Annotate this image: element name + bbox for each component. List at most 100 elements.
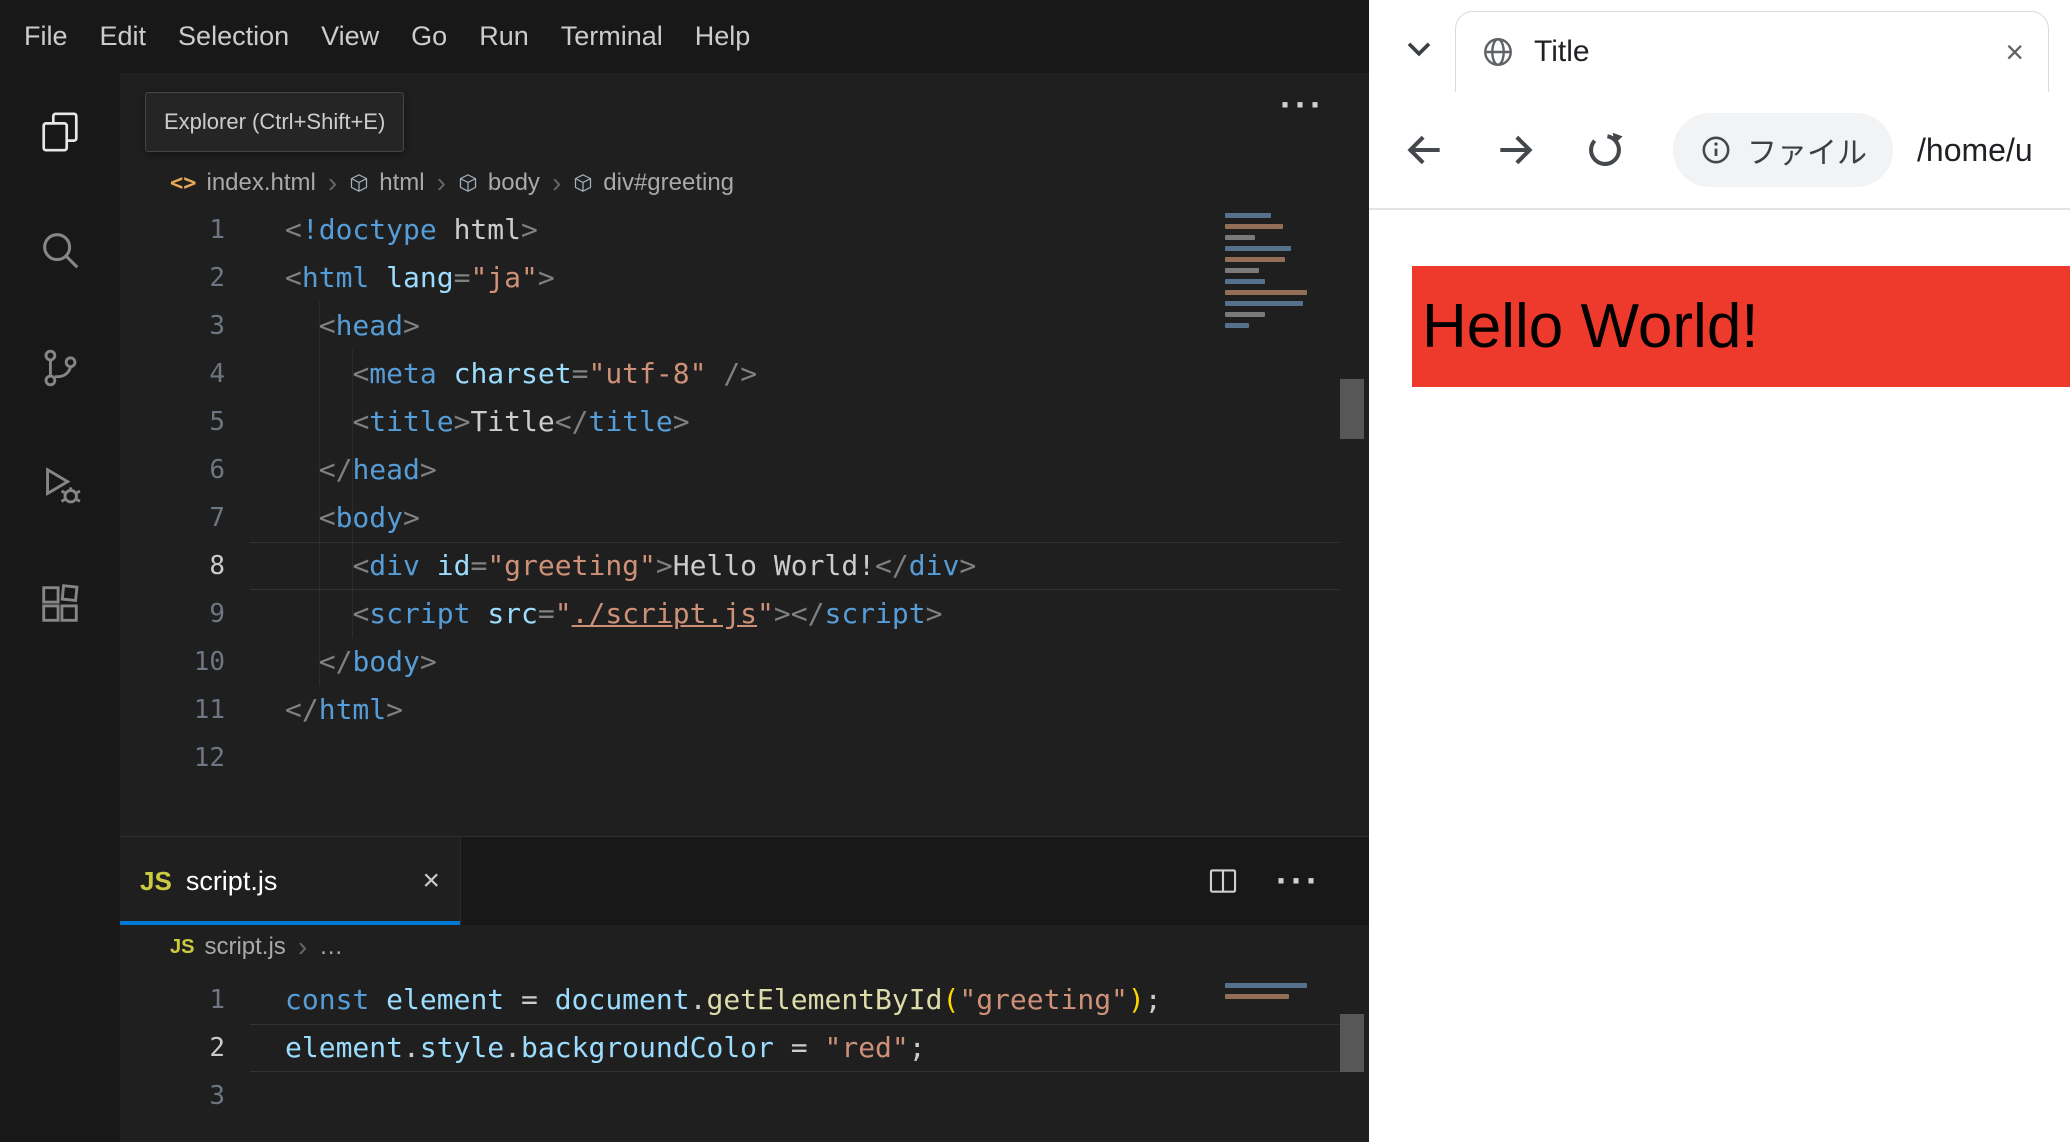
site-info-chip[interactable]: ファイル xyxy=(1673,113,1893,187)
minimap-line xyxy=(1225,246,1291,251)
code-text: const element = document.getElementById(… xyxy=(285,983,1162,1016)
line-number: 8 xyxy=(209,551,225,581)
minimap-line xyxy=(1225,983,1307,988)
code-line-2[interactable]: 2 element.style.backgroundColor = "red"; xyxy=(120,1024,1339,1072)
extensions-icon[interactable] xyxy=(0,545,120,663)
tab-script-js[interactable]: JS script.js × xyxy=(120,837,461,925)
tab-label: script.js xyxy=(185,865,278,896)
greeting-banner: Hello World! xyxy=(1412,266,2070,387)
minimap-line xyxy=(1225,323,1249,328)
minimap-line xyxy=(1225,224,1283,229)
code-line-3[interactable]: 3 <head> xyxy=(120,302,1339,350)
code-text: <!doctype html> xyxy=(285,213,538,246)
globe-icon xyxy=(1480,34,1516,70)
breadcrumb-js: JS script.js › … xyxy=(120,924,1369,970)
js-editor-code: 1 const element = document.getElementById… xyxy=(120,976,1339,1120)
chevron-right-icon: › xyxy=(297,931,308,962)
code-line-11[interactable]: 11 </html> xyxy=(120,686,1339,734)
scrollbar-thumb[interactable] xyxy=(1340,379,1364,439)
menu-item-file[interactable]: File xyxy=(8,21,84,52)
explorer-icon[interactable] xyxy=(0,73,120,191)
browser-viewport: Hello World! xyxy=(1369,212,2070,1142)
line-number: 4 xyxy=(209,359,225,389)
code-line-12[interactable]: 12 xyxy=(120,734,1339,782)
scrollbar-thumb[interactable] xyxy=(1340,1014,1364,1072)
menu-item-run[interactable]: Run xyxy=(463,21,545,52)
line-number: 1 xyxy=(209,215,225,245)
code-text: </head> xyxy=(318,453,437,486)
browser-toolbar: ファイル /home/u xyxy=(1369,92,2070,210)
minimap-line xyxy=(1225,290,1307,295)
code-text: <div id="greeting">Hello World!</div> xyxy=(352,549,977,582)
line-number: 12 xyxy=(193,743,225,773)
line-number: 10 xyxy=(193,647,225,677)
js-file-icon: JS xyxy=(140,865,172,896)
js-file-icon: JS xyxy=(170,935,195,958)
code-text: <title>Title</title> xyxy=(352,405,690,438)
search-icon[interactable] xyxy=(0,191,120,309)
code-line-4[interactable]: 4 <meta charset="utf-8" /> xyxy=(120,350,1339,398)
minimap[interactable] xyxy=(1225,983,1310,1005)
breadcrumb-ellipsis[interactable]: … xyxy=(319,933,343,961)
symbol-element-icon xyxy=(349,173,369,193)
more-actions-icon[interactable]: ··· xyxy=(1280,75,1325,135)
code-text: <html lang="ja"> xyxy=(285,261,555,294)
code-text: </html> xyxy=(285,693,404,726)
split-editor-icon[interactable] xyxy=(1206,864,1240,898)
browser-tab[interactable]: Title × xyxy=(1455,11,2049,92)
reload-icon[interactable] xyxy=(1583,128,1627,172)
minimap-line xyxy=(1225,235,1255,240)
code-line-1[interactable]: 1 <!doctype html> xyxy=(120,206,1339,254)
line-number: 2 xyxy=(209,263,225,293)
tab-bar-actions: ··· xyxy=(1206,837,1369,925)
source-control-icon[interactable] xyxy=(0,309,120,427)
breadcrumb-segment-body[interactable]: body xyxy=(488,169,540,197)
close-icon[interactable]: × xyxy=(2005,34,2024,71)
chevron-right-icon: › xyxy=(327,167,338,198)
breadcrumb-html: <> index.html › html › body › div#greeti… xyxy=(120,160,1369,206)
address-url[interactable]: /home/u xyxy=(1917,132,2033,169)
code-line-10[interactable]: 10 </body> xyxy=(120,638,1339,686)
code-text: <head> xyxy=(318,309,420,342)
info-icon xyxy=(1699,133,1733,167)
code-line-5[interactable]: 5 <title>Title</title> xyxy=(120,398,1339,446)
forward-icon[interactable] xyxy=(1493,128,1537,172)
breadcrumb-file[interactable]: script.js xyxy=(204,933,285,961)
chevron-down-icon[interactable] xyxy=(1397,26,1441,70)
menu-item-selection[interactable]: Selection xyxy=(162,21,305,52)
code-line-2[interactable]: 2 <html lang="ja"> xyxy=(120,254,1339,302)
breadcrumb-segment-div-greeting[interactable]: div#greeting xyxy=(603,169,734,197)
code-text: </body> xyxy=(318,645,437,678)
code-line-3[interactable]: 3 xyxy=(120,1072,1339,1120)
code-line-7[interactable]: 7 <body> xyxy=(120,494,1339,542)
html-editor-code: 1 <!doctype html> 2 <html lang="ja"> 3 <head… xyxy=(120,206,1339,782)
run-debug-icon[interactable] xyxy=(0,427,120,545)
code-line-8[interactable]: 8 <div id="greeting">Hello World!</div> xyxy=(120,542,1339,590)
browser-window: Title × ファイル /home/u Hello World! xyxy=(1369,0,2070,1142)
code-line-6[interactable]: 6 </head> xyxy=(120,446,1339,494)
vscode-window: File Edit Selection View Go Run Terminal… xyxy=(0,0,1377,1142)
chevron-right-icon: › xyxy=(436,167,446,198)
explorer-tooltip: Explorer (Ctrl+Shift+E) xyxy=(145,92,405,152)
symbol-element-icon xyxy=(458,173,478,193)
close-icon[interactable]: × xyxy=(422,864,440,898)
menu-item-help[interactable]: Help xyxy=(679,21,767,52)
minimap-line xyxy=(1225,268,1259,273)
menu-item-go[interactable]: Go xyxy=(395,21,463,52)
line-number: 6 xyxy=(209,455,225,485)
breadcrumb-segment-html[interactable]: html xyxy=(379,169,424,197)
code-text: element.style.backgroundColor = "red"; xyxy=(285,1031,926,1064)
back-icon[interactable] xyxy=(1403,128,1447,172)
menu-item-terminal[interactable]: Terminal xyxy=(545,21,679,52)
greeting-text: Hello World! xyxy=(1422,292,1759,361)
menu-item-edit[interactable]: Edit xyxy=(84,21,163,52)
code-text: <script src="./script.js"></script> xyxy=(352,597,943,630)
line-number: 5 xyxy=(209,407,225,437)
more-actions-icon[interactable]: ··· xyxy=(1276,851,1321,911)
menu-bar: File Edit Selection View Go Run Terminal… xyxy=(0,0,1377,73)
minimap[interactable] xyxy=(1225,213,1310,334)
code-line-1[interactable]: 1 const element = document.getElementById… xyxy=(120,976,1339,1024)
breadcrumb-file[interactable]: index.html xyxy=(207,169,316,197)
menu-item-view[interactable]: View xyxy=(305,21,395,52)
code-line-9[interactable]: 9 <script src="./script.js"></script> xyxy=(120,590,1339,638)
